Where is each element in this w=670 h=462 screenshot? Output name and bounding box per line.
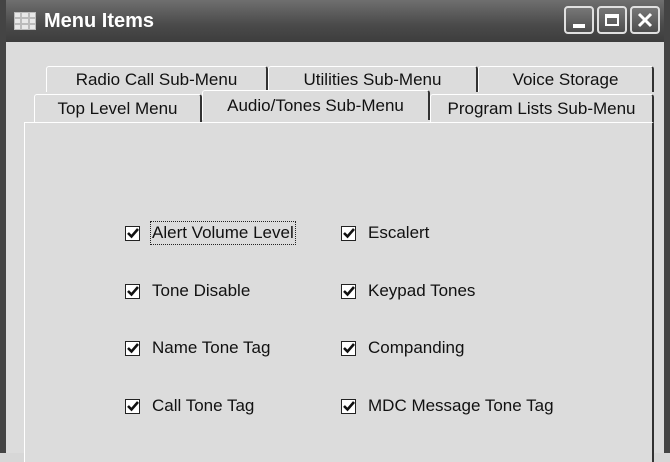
checkmark-icon — [342, 228, 355, 239]
checkbox-label: MDC Message Tone Tag — [368, 396, 554, 415]
checkbox-tone-disable[interactable]: Tone Disable — [125, 281, 250, 301]
checkbox-box[interactable] — [341, 283, 356, 299]
checkbox-call-tone-tag[interactable]: Call Tone Tag — [125, 396, 254, 416]
checkbox-companding[interactable]: Companding — [341, 338, 464, 358]
checkmark-icon — [126, 286, 139, 297]
checkbox-box[interactable] — [125, 340, 140, 356]
minimize-icon — [573, 24, 585, 28]
tab-top-level-menu[interactable]: Top Level Menu — [34, 94, 202, 122]
close-button[interactable] — [630, 6, 660, 34]
checkbox-label: Escalert — [368, 223, 430, 242]
checkbox-label: Name Tone Tag — [152, 338, 271, 357]
checkbox-box[interactable] — [125, 398, 140, 414]
checkmark-icon — [126, 401, 139, 412]
maximize-icon — [605, 14, 619, 26]
minimize-button[interactable] — [564, 6, 594, 34]
menu-grid-icon — [14, 12, 36, 30]
checkmark-icon — [342, 343, 355, 354]
checkbox-box[interactable] — [125, 225, 140, 241]
maximize-button[interactable] — [597, 6, 627, 34]
checkbox-label: Companding — [368, 338, 465, 357]
checkbox-label: Call Tone Tag — [152, 396, 255, 415]
checkbox-label: Alert Volume Level — [150, 221, 296, 245]
checkbox-label: Keypad Tones — [368, 281, 476, 300]
tab-radio-call-sub-menu[interactable]: Radio Call Sub-Menu — [46, 66, 268, 92]
checkbox-label: Tone Disable — [152, 281, 251, 300]
tab-audio-tones-sub-menu[interactable]: Audio/Tones Sub-Menu — [202, 90, 430, 120]
window-title: Menu Items — [44, 9, 155, 32]
checkmark-icon — [126, 343, 139, 354]
checkbox-alert-volume-level[interactable]: Alert Volume Level — [125, 221, 296, 245]
audio-tones-panel: Alert Volume Level Tone Disable Name Ton… — [24, 122, 654, 462]
checkbox-mdc-message-tone-tag[interactable]: MDC Message Tone Tag — [341, 396, 554, 416]
checkbox-escalert[interactable]: Escalert — [341, 223, 429, 243]
checkbox-box[interactable] — [341, 398, 356, 414]
checkmark-icon — [342, 286, 355, 297]
checkbox-box[interactable] — [125, 283, 140, 299]
title-bar[interactable]: Menu Items — [6, 0, 664, 42]
tab-utilities-sub-menu[interactable]: Utilities Sub-Menu — [268, 66, 478, 92]
checkbox-name-tone-tag[interactable]: Name Tone Tag — [125, 338, 270, 358]
checkbox-box[interactable] — [341, 340, 356, 356]
checkbox-box[interactable] — [341, 225, 356, 241]
tab-program-lists-sub-menu[interactable]: Program Lists Sub-Menu — [430, 94, 654, 122]
checkmark-icon — [342, 401, 355, 412]
close-x-icon — [637, 12, 653, 28]
tab-voice-storage[interactable]: Voice Storage — [478, 66, 654, 92]
checkbox-keypad-tones[interactable]: Keypad Tones — [341, 281, 475, 301]
checkmark-icon — [126, 228, 139, 239]
